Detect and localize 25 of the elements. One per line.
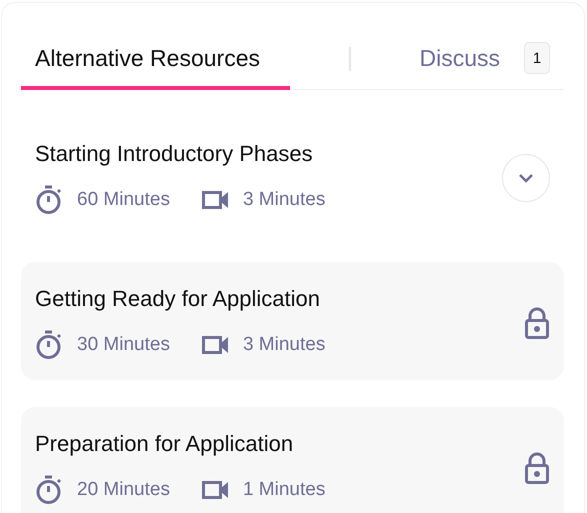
expand-button[interactable] [502, 154, 550, 202]
video-camera-icon [202, 335, 229, 355]
lesson-card[interactable]: Preparation for Application 20 Minutes 1 Minutes [21, 407, 564, 513]
lesson-title: Getting Ready for Application [35, 286, 321, 312]
lesson-title: Starting Introductory Phases [35, 141, 314, 167]
video-camera-icon [202, 190, 229, 210]
lock-icon [524, 307, 550, 339]
stopwatch-icon [35, 185, 63, 215]
lesson-title: Preparation for Application [35, 431, 294, 457]
lesson-card[interactable]: Starting Introductory Phases 60 Minutes 3 Minutes [21, 117, 564, 235]
video-length-text: 3 Minutes [242, 189, 326, 211]
stopwatch-icon [35, 330, 63, 360]
stopwatch-icon [35, 475, 63, 505]
duration-text: 20 Minutes [77, 479, 170, 501]
video-camera-icon [202, 480, 229, 500]
tab[interactable]: Discuss 1 [405, 30, 564, 90]
lesson-card[interactable]: Getting Ready for Application 30 Minutes 3 Minutes [21, 262, 564, 380]
duration-text: 60 Minutes [77, 189, 170, 211]
video-length-text: 1 Minutes [242, 479, 326, 501]
tab[interactable]: Alternative Resources [21, 30, 290, 90]
count-badge: 1 [524, 42, 550, 74]
chevron-down-icon [518, 173, 534, 183]
lock-icon [524, 452, 550, 484]
duration-text: 30 Minutes [77, 334, 170, 356]
video-length-text: 3 Minutes [242, 334, 326, 356]
